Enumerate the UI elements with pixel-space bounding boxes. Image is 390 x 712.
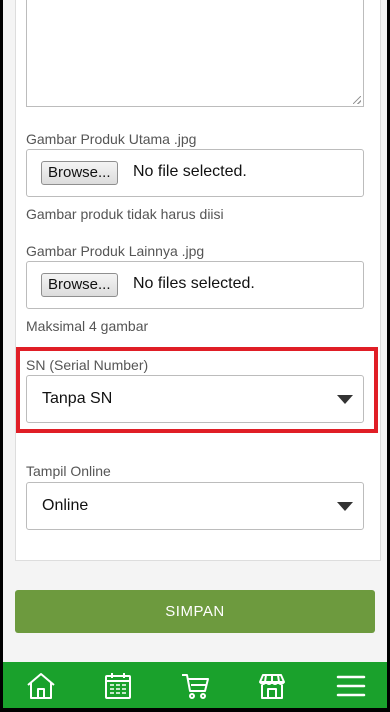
nav-cart[interactable] (177, 670, 213, 702)
main-image-hint: Gambar produk tidak harus diisi (26, 206, 224, 222)
serial-number-highlight (16, 347, 378, 433)
nav-store[interactable] (254, 670, 290, 702)
other-images-file-status: No files selected. (133, 275, 255, 292)
save-button[interactable]: SIMPAN (15, 590, 375, 633)
other-images-file-input[interactable]: Browse... No files selected. (26, 261, 364, 309)
product-form: Gambar Produk Utama .jpg Browse... No fi… (15, 0, 381, 561)
nav-home[interactable] (23, 670, 59, 702)
other-images-browse-button[interactable]: Browse... (41, 273, 118, 297)
main-image-label: Gambar Produk Utama .jpg (26, 131, 197, 147)
resize-grip-icon[interactable] (353, 96, 361, 104)
app-screen: Gambar Produk Utama .jpg Browse... No fi… (3, 0, 387, 708)
calendar-icon (105, 673, 131, 699)
main-image-file-input[interactable]: Browse... No file selected. (26, 149, 364, 197)
home-icon (27, 673, 55, 699)
main-image-browse-button[interactable]: Browse... (41, 161, 118, 185)
nav-menu[interactable] (333, 670, 369, 702)
bottom-nav (3, 662, 387, 708)
chevron-down-icon (337, 502, 353, 511)
nav-calendar[interactable] (100, 670, 136, 702)
store-icon (259, 674, 285, 699)
online-select[interactable]: Online (26, 482, 364, 530)
other-images-label: Gambar Produk Lainnya .jpg (26, 243, 205, 259)
description-textarea[interactable] (26, 0, 364, 107)
menu-icon (336, 675, 366, 697)
main-image-file-status: No file selected. (133, 163, 247, 180)
online-value: Online (42, 497, 89, 514)
cart-icon (182, 674, 209, 699)
online-label: Tampil Online (26, 463, 111, 479)
other-images-hint: Maksimal 4 gambar (26, 318, 149, 334)
